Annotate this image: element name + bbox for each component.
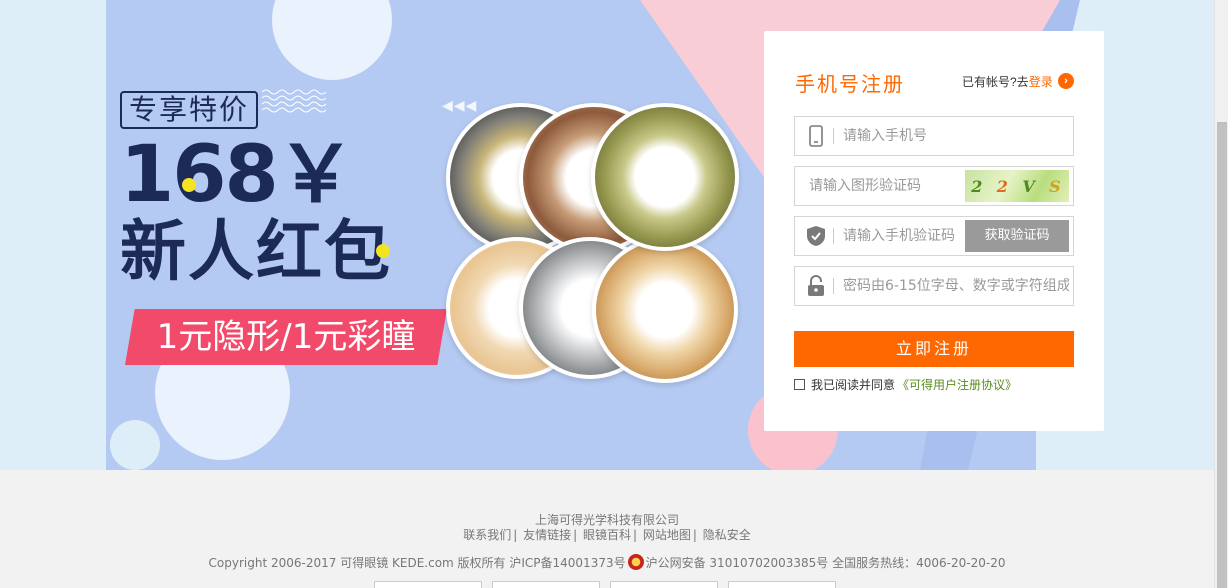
agree-text: 我已阅读并同意 [811, 378, 896, 392]
captcha-char: V [1022, 176, 1037, 196]
copyright-text: Copyright 2006-2017 可得眼镜 KEDE.com 版权所有 沪… [208, 556, 626, 570]
shield-icon [805, 225, 827, 247]
wavy-lines-decoration [262, 89, 326, 113]
captcha-char: 2 [996, 176, 1010, 196]
vertical-scrollbar[interactable] [1214, 0, 1228, 588]
trust-badge[interactable] [492, 581, 600, 588]
captcha-char: S [1049, 176, 1063, 196]
footer-links: 联系我们 | 友情链接 | 眼镜百科 | 网站地图 | 隐私安全 [463, 528, 751, 542]
register-title: 手机号注册 [795, 72, 905, 96]
captcha-field: 2 2 V S [794, 166, 1074, 206]
promo-headline: 新人红包 [120, 212, 392, 292]
login-link[interactable]: 登录 [1029, 75, 1053, 89]
trust-badge[interactable] [728, 581, 836, 588]
field-separator [833, 278, 834, 294]
sms-code-field: 获取验证码 [794, 216, 1074, 256]
scrollbar-thumb[interactable] [1217, 122, 1227, 588]
contact-lens-image [591, 103, 739, 251]
police-badge-icon [627, 554, 644, 570]
footer-link-encyclopedia[interactable]: 眼镜百科 [583, 528, 631, 542]
footer-link-privacy[interactable]: 隐私安全 [703, 528, 751, 542]
password-input[interactable] [843, 273, 1069, 299]
get-sms-code-button[interactable]: 获取验证码 [965, 220, 1069, 252]
field-separator [833, 128, 834, 144]
yellow-dot-decoration [182, 178, 196, 192]
lock-icon [805, 275, 827, 297]
promo-ribbon: 1元隐形/1元彩瞳 [125, 309, 447, 365]
contact-lens-image [592, 237, 738, 383]
promo-headline-text: 新人红包 [120, 213, 392, 290]
footer-link-contact[interactable]: 联系我们 [463, 528, 511, 542]
banner-circle-small [110, 420, 160, 470]
field-separator [833, 228, 834, 244]
login-prompt-text: 已有帐号?去 [962, 75, 1029, 89]
phone-icon [805, 125, 827, 147]
agreement-link[interactable]: 《可得用户注册协议》 [897, 376, 1017, 393]
promo-price-text: 168￥ [120, 130, 355, 220]
agree-checkbox[interactable] [794, 379, 805, 390]
promo-banner: 专享特价 168￥ 新人红包 1元隐形/1元彩瞳 ◀◀◀ 手机号注册 已有帐号?… [0, 0, 1214, 470]
yellow-dot-decoration [376, 244, 390, 258]
phone-field [794, 116, 1074, 156]
register-card: 手机号注册 已有帐号?去登录 › 2 2 V S [764, 31, 1104, 431]
chevron-right-icon[interactable]: › [1058, 73, 1074, 89]
public-security-text: 沪公网安备 31010702003385号 全国服务热线：4006-20-20-… [645, 556, 1006, 570]
footer-link-friends[interactable]: 友情链接 [523, 528, 571, 542]
promo-tag: 专享特价 [120, 91, 258, 129]
footer-link-sitemap[interactable]: 网站地图 [643, 528, 691, 542]
captcha-char: 2 [971, 176, 985, 196]
footer-copyright: Copyright 2006-2017 可得眼镜 KEDE.com 版权所有 沪… [0, 554, 1214, 571]
captcha-image[interactable]: 2 2 V S [965, 170, 1069, 202]
login-prompt: 已有帐号?去登录 [962, 73, 1053, 90]
trust-badge[interactable] [374, 581, 482, 588]
captcha-input[interactable] [809, 173, 989, 199]
page-footer: 上海可得光学科技有限公司 联系我们 | 友情链接 | 眼镜百科 | 网站地图 | 隐私安… [0, 470, 1214, 588]
arrows-decoration: ◀◀◀ [442, 97, 478, 113]
promo-price: 168￥ [120, 130, 355, 220]
trust-badge[interactable] [610, 581, 718, 588]
password-field [794, 266, 1074, 306]
register-button[interactable]: 立即注册 [794, 331, 1074, 367]
agreement-row: 我已阅读并同意 《可得用户注册协议》 [794, 376, 1017, 393]
phone-input[interactable] [843, 123, 1023, 149]
